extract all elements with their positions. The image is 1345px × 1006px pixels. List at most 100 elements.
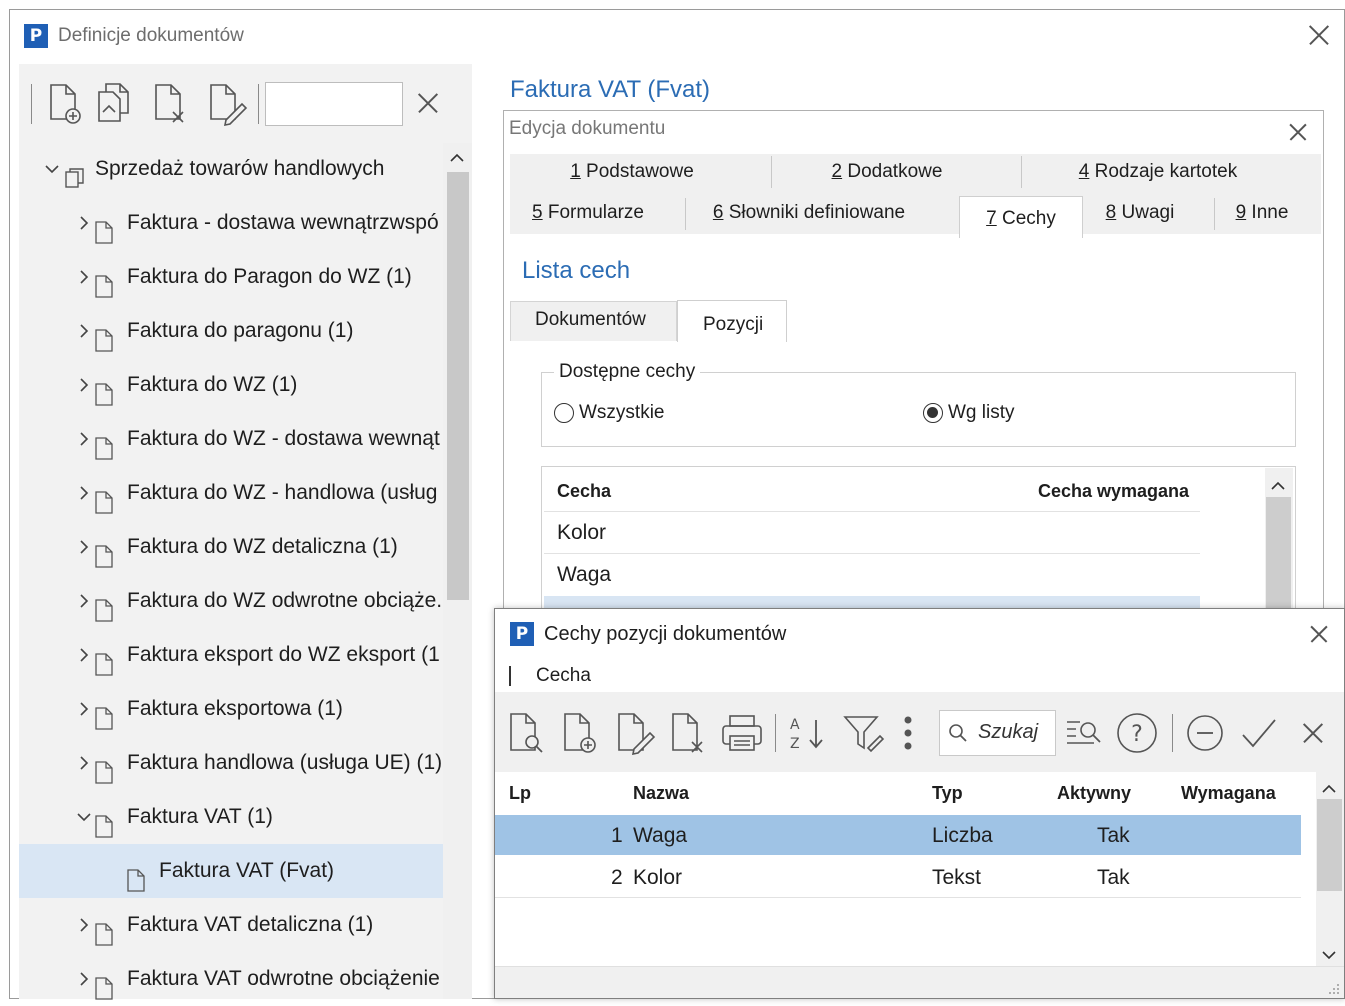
tab-cechy[interactable]: 7 Cechy bbox=[959, 208, 1083, 230]
advanced-search-icon[interactable] bbox=[1064, 712, 1104, 759]
chevron-down-icon[interactable] bbox=[43, 142, 65, 196]
col-typ[interactable]: Typ bbox=[932, 783, 963, 804]
scroll-up-icon[interactable] bbox=[449, 150, 465, 168]
chevron-right-icon[interactable] bbox=[75, 250, 97, 304]
chevron-right-icon[interactable] bbox=[75, 412, 97, 466]
help-icon[interactable]: ? bbox=[1116, 712, 1158, 759]
document-icon bbox=[95, 751, 113, 784]
filter-icon[interactable] bbox=[842, 712, 886, 759]
tree-item-label: Faktura - dostawa wewnątrzwspó bbox=[127, 211, 439, 234]
delete-document-icon[interactable] bbox=[151, 82, 191, 126]
chevron-right-icon[interactable] bbox=[75, 736, 97, 790]
confirm-check-icon[interactable] bbox=[1240, 714, 1278, 757]
chevron-right-icon[interactable] bbox=[75, 682, 97, 736]
sort-az-icon[interactable]: AZ bbox=[786, 712, 830, 759]
tree-item-label: Faktura VAT (Fvat) bbox=[159, 859, 335, 882]
cell-lp: 2 bbox=[611, 866, 623, 889]
chevron-right-icon[interactable] bbox=[75, 574, 97, 628]
radio-wszystkie[interactable] bbox=[554, 403, 574, 423]
grid-divider bbox=[544, 511, 1200, 512]
tree-item[interactable]: Faktura handlowa (usługa UE) (1) bbox=[19, 736, 443, 790]
delete-icon[interactable] bbox=[670, 712, 710, 759]
document-icon bbox=[95, 373, 113, 406]
tree-item[interactable]: Faktura - dostawa wewnątrzwspó bbox=[19, 196, 443, 250]
cell-aktywny: Tak bbox=[1097, 866, 1130, 889]
subtab-dokumentow[interactable]: Dokumentów bbox=[535, 309, 646, 331]
resize-grip-icon[interactable] bbox=[1328, 982, 1340, 1000]
tree-item[interactable]: Faktura eksportowa (1) bbox=[19, 682, 443, 736]
tree-item[interactable]: Sprzedaż towarów handlowych bbox=[19, 142, 443, 196]
table-row[interactable]: 1 Waga Liczba Tak bbox=[495, 815, 1301, 855]
col-lp[interactable]: Lp bbox=[509, 783, 531, 804]
tab-dodatkowe[interactable]: 2 Dodatkowe bbox=[772, 161, 1002, 183]
chevron-down-icon[interactable] bbox=[75, 790, 97, 844]
chevron-right-icon[interactable] bbox=[75, 898, 97, 952]
minus-circle-icon[interactable] bbox=[1186, 714, 1224, 757]
chevron-right-icon[interactable] bbox=[75, 520, 97, 574]
tree-item[interactable]: Faktura do WZ odwrotne obciąże. bbox=[19, 574, 443, 628]
col-nazwa[interactable]: Nazwa bbox=[633, 783, 689, 804]
chevron-right-icon[interactable] bbox=[75, 196, 97, 250]
tree-item[interactable]: Faktura do WZ (1) bbox=[19, 358, 443, 412]
close-edit-button[interactable] bbox=[1283, 117, 1313, 147]
col-cecha-wymagana[interactable]: Cecha wymagana bbox=[1038, 481, 1189, 502]
app-logo-icon: P bbox=[24, 24, 48, 48]
tab-rodzaje-kartotek[interactable]: 4 Rodzaje kartotek bbox=[1022, 161, 1294, 183]
edit-icon[interactable] bbox=[616, 712, 656, 759]
tree-item[interactable]: Faktura do WZ - dostawa wewnąt bbox=[19, 412, 443, 466]
chevron-right-icon[interactable] bbox=[75, 304, 97, 358]
tab-podstawowe[interactable]: 1 Podstawowe bbox=[512, 161, 752, 183]
document-icon bbox=[95, 697, 113, 730]
tab-formularze[interactable]: 5 Formularze bbox=[512, 202, 664, 224]
edit-document-icon[interactable] bbox=[206, 82, 248, 127]
col-aktywny[interactable]: Aktywny bbox=[1057, 783, 1131, 804]
tree-item-label: Faktura VAT detaliczna (1) bbox=[127, 913, 374, 936]
popup-scroll-thumb[interactable] bbox=[1317, 799, 1342, 891]
tree-item[interactable]: Faktura VAT detaliczna (1) bbox=[19, 898, 443, 952]
grid-scroll-thumb[interactable] bbox=[1266, 497, 1291, 617]
table-row[interactable]: 2 Kolor Tekst Tak bbox=[495, 857, 1301, 897]
tree-item[interactable]: Faktura VAT (1) bbox=[19, 790, 443, 844]
tree-item[interactable]: Faktura VAT odwrotne obciążenie bbox=[19, 952, 443, 1006]
col-wymagana[interactable]: Wymagana bbox=[1181, 783, 1276, 804]
tree-item[interactable]: Faktura eksport do WZ eksport (1 bbox=[19, 628, 443, 682]
chevron-right-icon[interactable] bbox=[75, 358, 97, 412]
print-icon[interactable] bbox=[720, 712, 764, 759]
close-popup-button[interactable] bbox=[1304, 619, 1334, 649]
radio-wg-listy-label: Wg listy bbox=[948, 402, 1015, 423]
tab-slowniki[interactable]: 6 Słowniki definiowane bbox=[686, 202, 932, 224]
preview-document-icon[interactable] bbox=[508, 712, 548, 759]
copy-document-icon[interactable] bbox=[96, 82, 136, 126]
scroll-up-icon[interactable] bbox=[1270, 478, 1286, 496]
radio-wg-listy[interactable] bbox=[923, 403, 943, 423]
tab-uwagi[interactable]: 8 Uwagi bbox=[1090, 202, 1190, 224]
close-window-button[interactable] bbox=[1304, 20, 1334, 50]
menu-cecha[interactable]: Cecha bbox=[536, 665, 591, 687]
subtab-pozycji[interactable]: Pozycji bbox=[703, 314, 763, 336]
scroll-up-icon[interactable] bbox=[1321, 781, 1337, 799]
tree-item[interactable]: Faktura do WZ - handlowa (usług bbox=[19, 466, 443, 520]
grid-row-cell[interactable]: Kolor bbox=[557, 521, 606, 545]
grid-row-cell[interactable]: Waga bbox=[557, 563, 611, 587]
tree-item[interactable]: Faktura do paragonu (1) bbox=[19, 304, 443, 358]
toolbar-separator bbox=[258, 84, 259, 124]
tree-item[interactable]: Faktura VAT (Fvat) bbox=[19, 844, 443, 898]
scroll-down-icon[interactable] bbox=[1321, 947, 1337, 965]
tree-item-label: Faktura do WZ odwrotne obciąże. bbox=[127, 589, 443, 612]
tree-item[interactable]: Faktura do WZ detaliczna (1) bbox=[19, 520, 443, 574]
add-icon[interactable] bbox=[562, 712, 602, 759]
more-options-icon[interactable] bbox=[898, 712, 918, 759]
cancel-icon[interactable] bbox=[1298, 718, 1328, 748]
tree-item[interactable]: Faktura do Paragon do WZ (1) bbox=[19, 250, 443, 304]
tree-search-input[interactable] bbox=[265, 82, 403, 126]
clear-search-button[interactable] bbox=[413, 88, 443, 118]
col-cecha[interactable]: Cecha bbox=[557, 481, 611, 502]
document-icon bbox=[95, 805, 113, 838]
chevron-right-icon[interactable] bbox=[75, 628, 97, 682]
add-document-icon[interactable] bbox=[46, 82, 86, 126]
tab-inne[interactable]: 9 Inne bbox=[1218, 202, 1306, 224]
tree-scroll-thumb[interactable] bbox=[447, 172, 469, 600]
chevron-right-icon[interactable] bbox=[75, 952, 97, 1006]
chevron-right-icon[interactable] bbox=[75, 466, 97, 520]
tree-item-label: Faktura eksport do WZ eksport (1 bbox=[127, 643, 440, 666]
